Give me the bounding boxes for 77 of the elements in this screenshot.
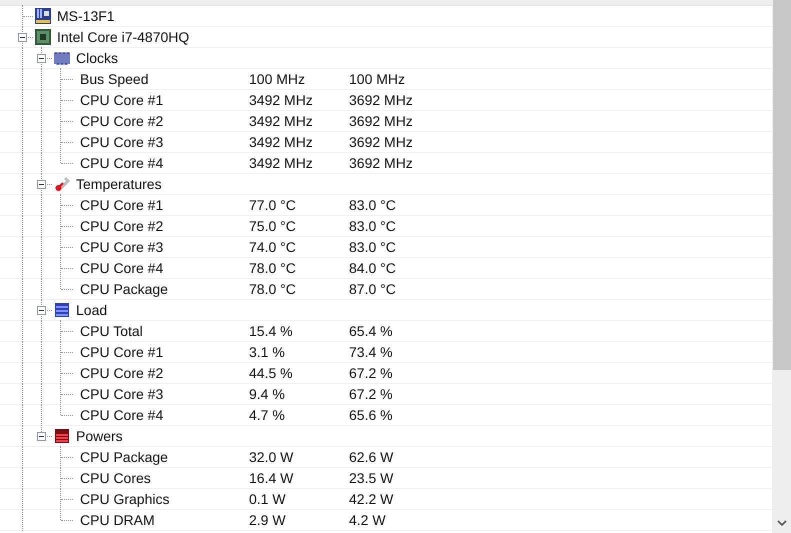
sensor-name[interactable]: Bus Speed [80, 71, 148, 87]
sensor-name[interactable]: CPU Core #3 [80, 386, 164, 402]
chip-icon [35, 29, 51, 45]
sensor-max: 23.5 W [349, 470, 394, 486]
sensor-max: 84.0 °C [349, 260, 396, 276]
sensor-value: 74.0 °C [249, 239, 296, 255]
sensor-name[interactable]: CPU Package [80, 281, 168, 297]
wave-icon [54, 50, 70, 66]
sensor-value: 44.5 % [249, 365, 293, 381]
sensor-max: 62.6 W [349, 449, 394, 465]
sensor-max: 65.4 % [349, 323, 393, 339]
tree-node-label[interactable]: Powers [76, 428, 123, 444]
sensor-value: 3492 MHz [249, 92, 313, 108]
sensor-name[interactable]: CPU Core #1 [80, 92, 164, 108]
sensor-max: 67.2 % [349, 386, 393, 402]
sensor-max: 3692 MHz [349, 155, 413, 171]
sensor-value: 9.4 % [249, 386, 285, 402]
collapse-toggle[interactable] [37, 306, 46, 315]
sensor-value: 3492 MHz [249, 155, 313, 171]
sensor-value: 3492 MHz [249, 113, 313, 129]
sensor-value: 75.0 °C [249, 218, 296, 234]
tree-node-label[interactable]: Clocks [76, 50, 118, 66]
sensor-max: 83.0 °C [349, 197, 396, 213]
tree-node-label[interactable]: MS-13F1 [57, 8, 115, 24]
tree-node-label[interactable]: Temperatures [76, 176, 162, 192]
sensor-value: 32.0 W [249, 449, 294, 465]
sensor-value: 2.9 W [249, 512, 286, 528]
sensor-max: 42.2 W [349, 491, 394, 507]
collapse-toggle[interactable] [18, 33, 27, 42]
stacked-bars-icon [54, 302, 70, 318]
sensor-value: 78.0 °C [249, 281, 296, 297]
sensor-name[interactable]: CPU Core #4 [80, 260, 164, 276]
sensor-name[interactable]: CPU Graphics [80, 491, 170, 507]
sensor-max: 3692 MHz [349, 134, 413, 150]
sensor-value: 78.0 °C [249, 260, 296, 276]
sensor-name[interactable]: CPU Core #3 [80, 239, 164, 255]
sensor-name[interactable]: CPU Cores [80, 470, 151, 486]
sensor-value: 16.4 W [249, 470, 294, 486]
sensor-max: 83.0 °C [349, 218, 396, 234]
stacked-bars-icon [54, 428, 70, 444]
sensor-value: 100 MHz [249, 71, 306, 87]
sensor-value: 4.7 % [249, 407, 285, 423]
sensor-max: 4.2 W [349, 512, 386, 528]
sensor-max: 83.0 °C [349, 239, 396, 255]
collapse-toggle[interactable] [37, 180, 46, 189]
collapse-toggle[interactable] [37, 54, 46, 63]
scroll-down-icon[interactable] [777, 520, 787, 526]
collapse-toggle[interactable] [37, 432, 46, 441]
sensor-name[interactable]: CPU Core #1 [80, 344, 164, 360]
sensor-value: 3.1 % [249, 344, 285, 360]
scrollbar[interactable] [772, 0, 791, 533]
sensor-max: 65.6 % [349, 407, 393, 423]
sensor-max: 3692 MHz [349, 92, 413, 108]
circuit-board-icon [35, 8, 51, 24]
sensor-value: 3492 MHz [249, 134, 313, 150]
sensor-max: 87.0 °C [349, 281, 396, 297]
sensor-value: 0.1 W [249, 491, 286, 507]
sensor-name[interactable]: CPU Package [80, 449, 168, 465]
sensor-max: 100 MHz [349, 71, 406, 87]
sensor-name[interactable]: CPU DRAM [80, 512, 155, 528]
sensor-max: 3692 MHz [349, 113, 413, 129]
thermometer-icon [54, 176, 70, 192]
sensor-max: 67.2 % [349, 365, 393, 381]
tree-node-label[interactable]: Load [76, 302, 108, 318]
sensor-name[interactable]: CPU Core #1 [80, 197, 164, 213]
sensor-value: 77.0 °C [249, 197, 296, 213]
tree-node-label[interactable]: Intel Core i7-4870HQ [57, 29, 190, 45]
sensor-name[interactable]: CPU Core #2 [80, 218, 164, 234]
scrollbar-thumb[interactable] [773, 0, 791, 370]
sensor-name[interactable]: CPU Core #3 [80, 134, 164, 150]
sensor-max: 73.4 % [349, 344, 393, 360]
sensor-name[interactable]: CPU Core #4 [80, 407, 164, 423]
sensor-name[interactable]: CPU Core #2 [80, 113, 164, 129]
sensor-name[interactable]: CPU Total [80, 323, 143, 339]
sensor-name[interactable]: CPU Core #2 [80, 365, 164, 381]
sensor-name[interactable]: CPU Core #4 [80, 155, 164, 171]
sensor-value: 15.4 % [249, 323, 293, 339]
